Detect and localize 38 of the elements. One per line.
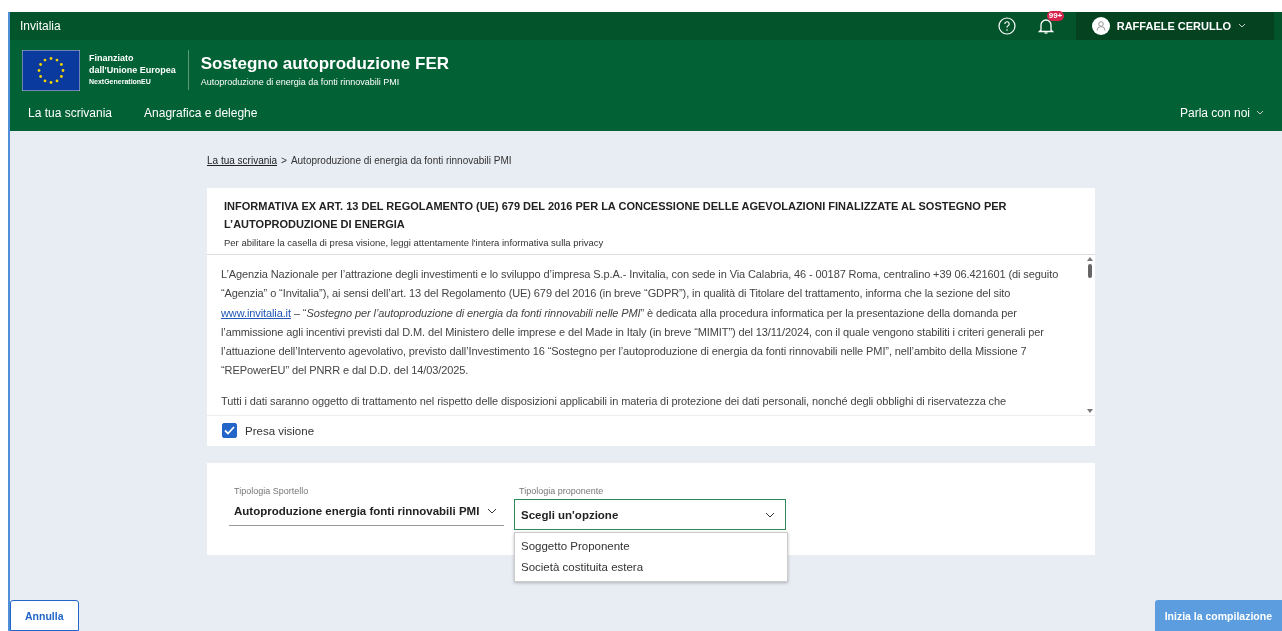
avatar-icon <box>1091 17 1110 35</box>
eu-flag-icon <box>22 49 80 91</box>
cancel-button[interactable]: Annulla <box>10 600 79 631</box>
privacy-title: INFORMATIVA EX ART. 13 DEL REGOLAMENTO (UE) 679 DEL 2016 PER LA CONCESSIONE DELLE AGEVOLAZIONI FINALIZZATE AL SOSTEGNO PER L’AUTOPRODUZIONE DI ENERGIA <box>224 199 1008 232</box>
chevron-down-icon <box>765 511 775 518</box>
site-title: Sostegno autoproduzione FER <box>200 53 450 74</box>
dropdown-option[interactable]: Società costituita estera <box>515 557 787 578</box>
field-label: Tipologia proponente <box>518 486 605 496</box>
help-icon[interactable] <box>997 17 1016 35</box>
contact-menu[interactable]: Parla con noi <box>1173 104 1270 121</box>
privacy-paragraph: Tutti i dati saranno oggetto di trattamento nel rispetto delle disposizioni applicabili in materia di protezione dei dati personali, nonché degli obblighi di riservatezza che <box>221 393 1008 409</box>
chevron-down-icon <box>487 508 498 514</box>
breadcrumb-separator: > <box>281 155 287 166</box>
breadcrumb-link[interactable]: La tua scrivania <box>207 155 278 166</box>
scroll-up-icon[interactable] <box>1087 257 1093 261</box>
user-menu[interactable]: RAFFAELE CERULLO <box>1075 12 1274 40</box>
eu-funding-label: dall'Unione Europea <box>89 64 176 76</box>
checkbox-label: Presa visione <box>245 424 315 437</box>
field-label: Tipologia Sportello <box>233 486 310 496</box>
privacy-hint: Per abilitare la casella di presa visione, leggi attentamente l'intera informativa sulla privacy <box>224 237 605 248</box>
checkbox[interactable] <box>222 423 237 438</box>
breadcrumb-current: Autoproduzione di energia da fonti rinnovabili PMI <box>290 155 512 166</box>
scrollbar[interactable] <box>1085 255 1095 415</box>
chevron-down-icon <box>1256 109 1264 116</box>
bell-icon[interactable] <box>1037 17 1054 35</box>
select-field[interactable]: Scegli un'opzione <box>514 499 786 530</box>
notification-badge: 99+ <box>1046 11 1065 21</box>
chevron-down-icon <box>1238 23 1246 29</box>
dropdown-option[interactable]: Soggetto Proponente <box>515 536 787 557</box>
scroll-down-icon[interactable] <box>1087 409 1093 413</box>
privacy-paragraph: L’Agenzia Nazionale per l’attrazione degli investimenti e lo sviluppo d’impresa S.p.A.- Invitalia, con sede in Via Calabria, 46 - 00187 Roma, centralino +39 06.421601 (di seguito “Agenzia” o “Invitalia”), ai sensi dell’art. 13 del Regolamento (UE) 679 del 2016 (in breve “GDPR”), in qualità di Titolare del trattamento, informa che la sezione del sito www.invitalia.it – “Sostegno per l’autoproduzione di energia da fonti rinnovabili nelle PMI” è dedicata alla procedura informatica per la presentazione della domanda per l’ammissione agli incentivi previsti dal D.M. del Ministero delle imprese e del Made in Italy (in breve “MIMIT”) del 13/11/2024, con il quale vengono stabiliti i criteri generali per l’attuazione dell’Intervento agevolativo, previsto dall’Investimento 16 “Sostegno per l’autoproduzione di energia da fonti rinnovabili nelle PMI”, nell’ambito della Missione 7 “REPowerEU” del PNRR e dal D.D. del 14/03/2025. <box>221 267 1060 379</box>
site-subtitle: Autoproduzione di energia da fonti rinnovabili PMI <box>200 76 401 87</box>
brand-name: Invitalia <box>20 19 61 33</box>
nav-link[interactable]: La tua scrivania <box>28 105 113 120</box>
nav-link[interactable]: Anagrafica e deleghe <box>144 105 258 120</box>
select-field[interactable]: Autoproduzione energia fonti rinnovabili PMI <box>229 499 504 526</box>
eu-funding-label: Finanziato <box>89 52 135 64</box>
website-link[interactable]: www.invitalia.it <box>221 306 291 319</box>
